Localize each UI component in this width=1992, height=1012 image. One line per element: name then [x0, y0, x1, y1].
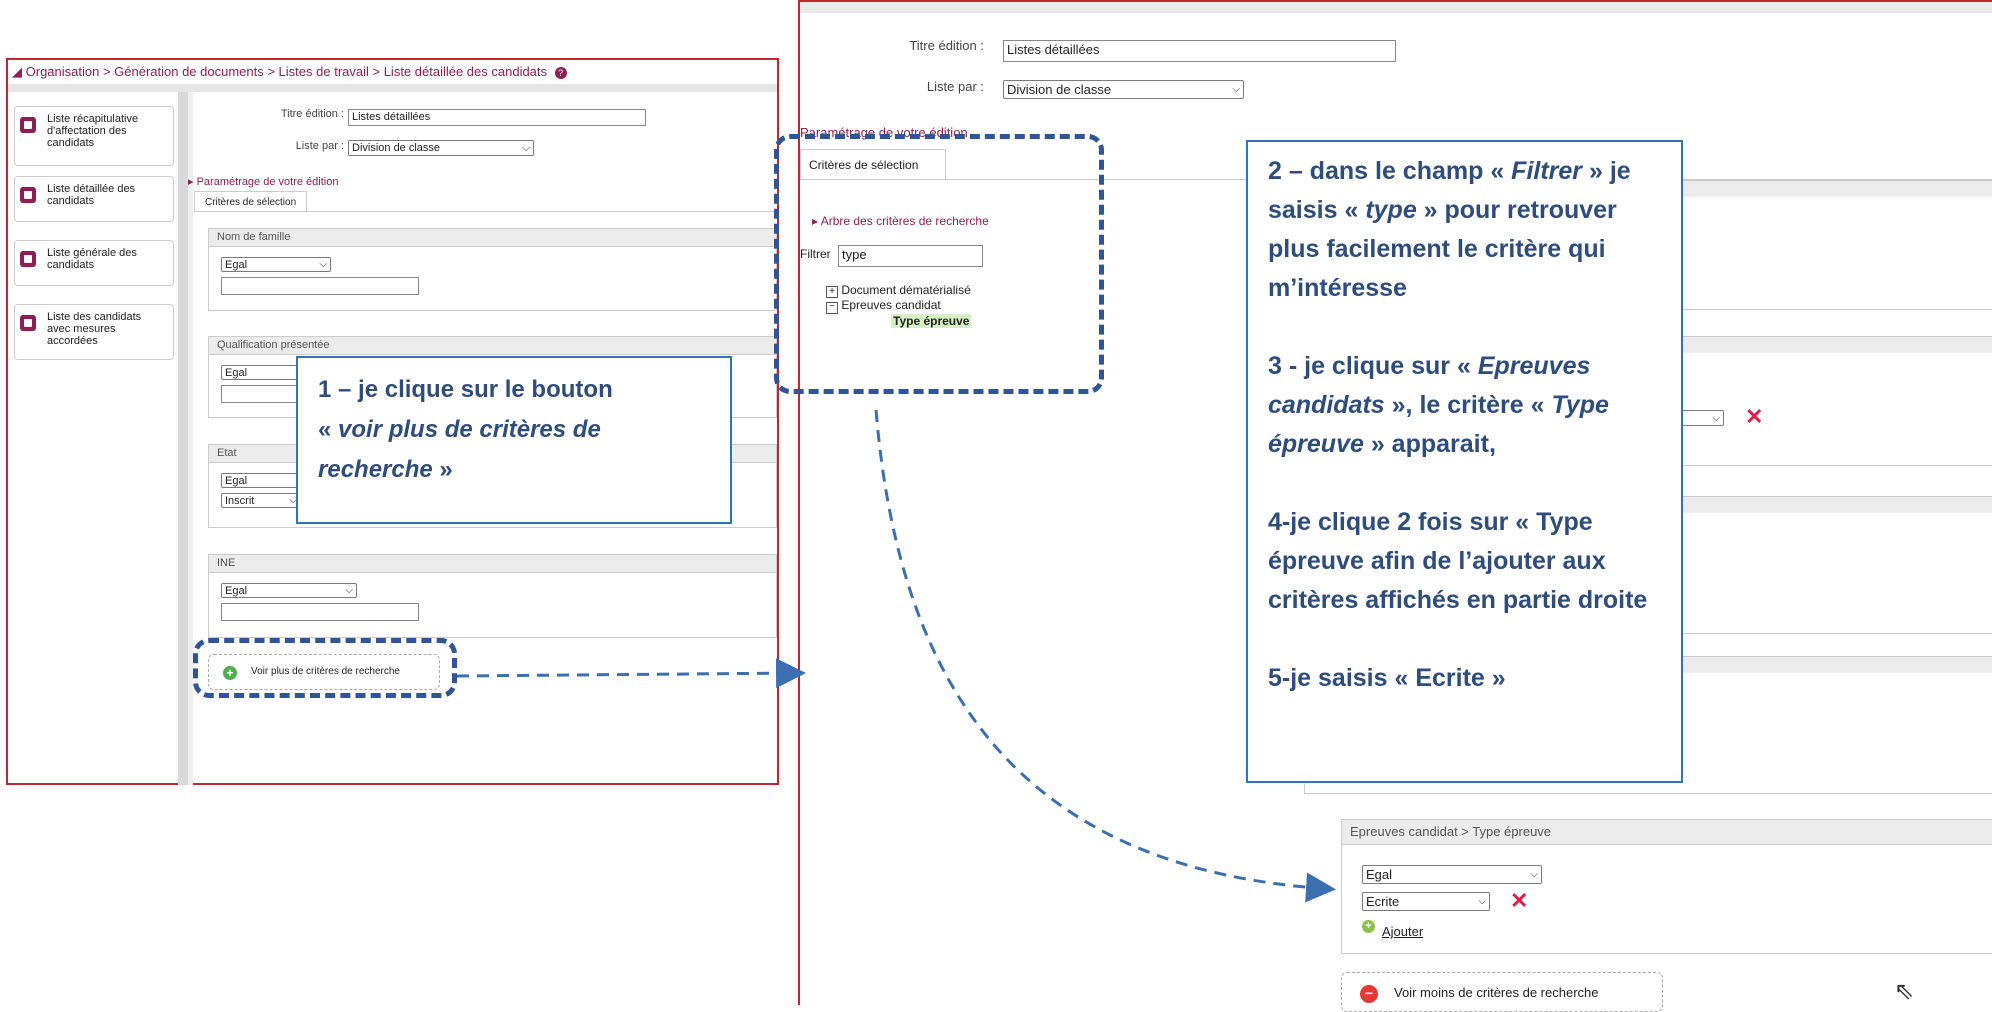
- arrow-to-tree: [456, 658, 806, 689]
- annotation-arrows: [456, 409, 1336, 903]
- arrow-to-panel: [874, 409, 1336, 903]
